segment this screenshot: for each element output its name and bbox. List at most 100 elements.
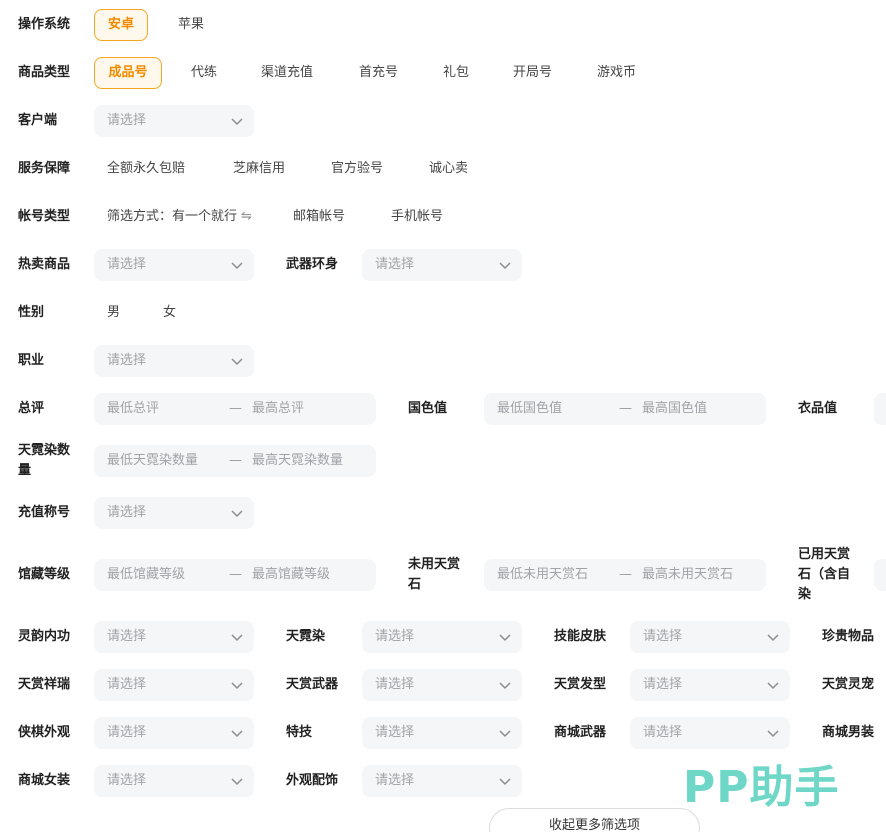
service-option-official-check[interactable]: 官方验号 bbox=[331, 153, 383, 185]
lingyun-select[interactable]: 请选择 bbox=[94, 621, 254, 653]
clothes-range[interactable] bbox=[874, 393, 886, 425]
chevron-down-icon bbox=[767, 634, 779, 642]
collection-range: 最低馆藏等级 — 最高馆藏等级 bbox=[94, 559, 376, 591]
product-type-option-coins[interactable]: 游戏币 bbox=[597, 57, 636, 89]
stunt-select[interactable]: 请选择 bbox=[362, 717, 522, 749]
mall-weapon-select[interactable]: 请选择 bbox=[630, 717, 790, 749]
client-select[interactable]: 请选择 bbox=[94, 105, 254, 137]
chevron-down-icon bbox=[231, 682, 243, 690]
service-option-sincere[interactable]: 诚心卖 bbox=[429, 153, 468, 185]
account-type-option-phone[interactable]: 手机帐号 bbox=[391, 201, 443, 233]
recharge-title-label: 充值称号 bbox=[18, 505, 71, 520]
tianshang-weapon-select-placeholder: 请选择 bbox=[375, 677, 415, 692]
client-label: 客户端 bbox=[18, 113, 58, 128]
tianshang-auspicious-select[interactable]: 请选择 bbox=[94, 669, 254, 701]
chevron-down-icon bbox=[231, 358, 243, 366]
score-max-input[interactable]: 最高总评 bbox=[252, 393, 304, 425]
service-option-full-compensation[interactable]: 全额永久包赔 bbox=[107, 153, 185, 185]
job-select[interactable]: 请选择 bbox=[94, 345, 254, 377]
service-label: 服务保障 bbox=[18, 161, 71, 176]
os-option-ios[interactable]: 苹果 bbox=[178, 9, 204, 41]
used-stone-label: 已用天赏石（含自染 bbox=[798, 547, 851, 602]
gender-option-male[interactable]: 男 bbox=[107, 297, 120, 329]
chevron-down-icon bbox=[231, 730, 243, 738]
os-option-android[interactable]: 安卓 bbox=[94, 9, 148, 41]
tianshang-pet-label: 天赏灵宠 bbox=[822, 677, 875, 692]
accessory-select[interactable]: 请选择 bbox=[362, 765, 522, 797]
chevron-down-icon bbox=[499, 262, 511, 270]
swap-icon: ⇋ bbox=[241, 209, 252, 224]
product-type-option-first-charge[interactable]: 首充号 bbox=[359, 57, 398, 89]
lingyun-select-placeholder: 请选择 bbox=[107, 629, 147, 644]
stunt-label: 特技 bbox=[286, 725, 313, 740]
stunt-select-placeholder: 请选择 bbox=[375, 725, 415, 740]
client-select-placeholder: 请选择 bbox=[107, 113, 147, 128]
hot-select[interactable]: 请选择 bbox=[94, 249, 254, 281]
unused-stone-min-input[interactable]: 最低未用天赏石 bbox=[497, 559, 588, 591]
gender-option-female[interactable]: 女 bbox=[163, 297, 176, 329]
used-stone-range[interactable] bbox=[874, 559, 886, 591]
product-type-option-gift[interactable]: 礼包 bbox=[443, 57, 469, 89]
guose-max-input[interactable]: 最高国色值 bbox=[642, 393, 707, 425]
mall-female-label: 商城女装 bbox=[18, 773, 71, 788]
product-type-option-boost[interactable]: 代练 bbox=[191, 57, 217, 89]
os-label: 操作系统 bbox=[18, 17, 71, 32]
chevron-down-icon bbox=[231, 262, 243, 270]
weapon-select[interactable]: 请选择 bbox=[362, 249, 522, 281]
tianni-ran-select[interactable]: 请选择 bbox=[362, 621, 522, 653]
chevron-down-icon bbox=[499, 682, 511, 690]
skill-skin-select[interactable]: 请选择 bbox=[630, 621, 790, 653]
tianni-ran-label: 天霓染 bbox=[286, 629, 326, 644]
chevron-down-icon bbox=[499, 634, 511, 642]
collection-min-input[interactable]: 最低馆藏等级 bbox=[107, 559, 185, 591]
recharge-title-select[interactable]: 请选择 bbox=[94, 497, 254, 529]
chevron-down-icon bbox=[231, 118, 243, 126]
range-dash: — bbox=[229, 567, 242, 582]
mall-female-select-placeholder: 请选择 bbox=[107, 773, 147, 788]
accessory-select-placeholder: 请选择 bbox=[375, 773, 415, 788]
gender-label: 性别 bbox=[18, 305, 45, 320]
tianni-min-input[interactable]: 最低天霓染数量 bbox=[107, 445, 198, 477]
guose-range: 最低国色值 — 最高国色值 bbox=[484, 393, 766, 425]
xiaqi-select-placeholder: 请选择 bbox=[107, 725, 147, 740]
chevron-down-icon bbox=[499, 730, 511, 738]
guose-min-input[interactable]: 最低国色值 bbox=[497, 393, 562, 425]
score-range: 最低总评 — 最高总评 bbox=[94, 393, 376, 425]
pp-assistant-watermark-logo: PP助手 bbox=[683, 762, 840, 813]
recharge-title-select-placeholder: 请选择 bbox=[107, 505, 147, 520]
account-type-mode-toggle[interactable]: 筛选方式：有一个就行 ⇋ bbox=[107, 201, 252, 233]
tianni-max-input[interactable]: 最高天霓染数量 bbox=[252, 445, 343, 477]
job-label: 职业 bbox=[18, 353, 45, 368]
tianni-range: 最低天霓染数量 — 最高天霓染数量 bbox=[94, 445, 376, 477]
mall-female-select[interactable]: 请选择 bbox=[94, 765, 254, 797]
mall-weapon-select-placeholder: 请选择 bbox=[643, 725, 683, 740]
chevron-down-icon bbox=[231, 510, 243, 518]
product-type-label: 商品类型 bbox=[18, 65, 71, 80]
tianni-label: 天霓染数量 bbox=[18, 443, 71, 478]
lingyun-label: 灵韵内功 bbox=[18, 629, 71, 644]
collapse-filters-button[interactable]: 收起更多筛选项 bbox=[489, 808, 700, 832]
product-type-option-starter[interactable]: 开局号 bbox=[513, 57, 552, 89]
score-label: 总评 bbox=[18, 401, 45, 416]
unused-stone-range: 最低未用天赏石 — 最高未用天赏石 bbox=[484, 559, 766, 591]
product-type-option-finished[interactable]: 成品号 bbox=[94, 57, 162, 89]
job-select-placeholder: 请选择 bbox=[107, 353, 147, 368]
weapon-select-placeholder: 请选择 bbox=[375, 257, 415, 272]
score-min-input[interactable]: 最低总评 bbox=[107, 393, 159, 425]
collection-max-input[interactable]: 最高馆藏等级 bbox=[252, 559, 330, 591]
tianshang-hair-select[interactable]: 请选择 bbox=[630, 669, 790, 701]
chevron-down-icon bbox=[767, 730, 779, 738]
chevron-down-icon bbox=[231, 634, 243, 642]
unused-stone-max-input[interactable]: 最高未用天赏石 bbox=[642, 559, 733, 591]
skill-skin-label: 技能皮肤 bbox=[554, 629, 607, 644]
tianshang-weapon-select[interactable]: 请选择 bbox=[362, 669, 522, 701]
tianshang-auspicious-label: 天赏祥瑞 bbox=[18, 677, 71, 692]
account-type-option-email[interactable]: 邮箱帐号 bbox=[293, 201, 345, 233]
product-type-option-channel[interactable]: 渠道充值 bbox=[261, 57, 313, 89]
hot-select-placeholder: 请选择 bbox=[107, 257, 147, 272]
weapon-label: 武器环身 bbox=[286, 257, 339, 272]
mall-weapon-label: 商城武器 bbox=[554, 725, 607, 740]
tianshang-hair-label: 天赏发型 bbox=[554, 677, 607, 692]
xiaqi-select[interactable]: 请选择 bbox=[94, 717, 254, 749]
service-option-zhima[interactable]: 芝麻信用 bbox=[233, 153, 285, 185]
